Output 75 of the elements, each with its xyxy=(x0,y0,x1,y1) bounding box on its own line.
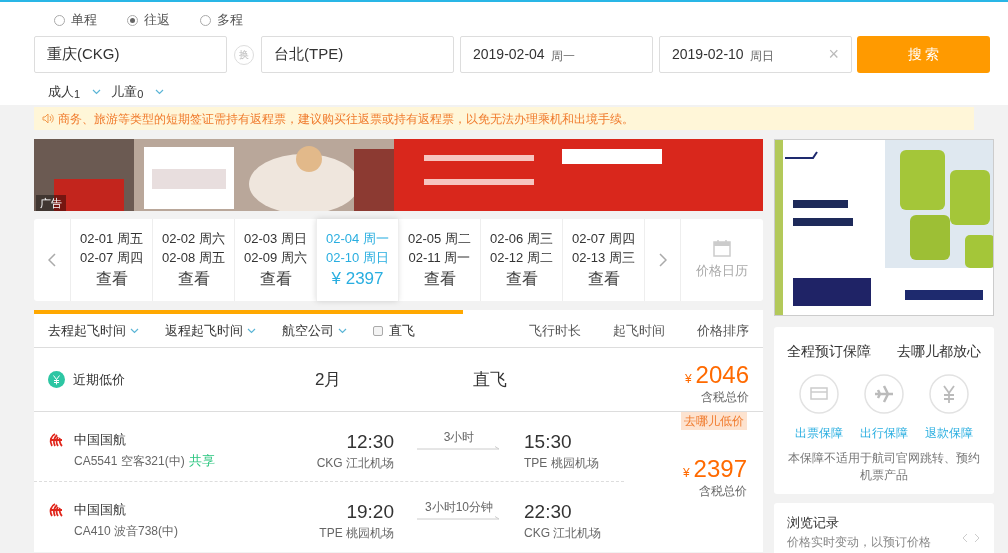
notice-text: 商务、旅游等类型的短期签证需持有返程票，建议购买往返票或持有返程票，以免无法办理乘机和出境手续。 xyxy=(58,110,634,128)
chevron-right-icon xyxy=(974,533,980,543)
date-text: 2019-02-04 xyxy=(473,45,545,64)
radio-button[interactable] xyxy=(200,14,211,26)
speaker-icon xyxy=(42,113,54,124)
date-option[interactable]: 02-01 周五 02-07 周四 查看 xyxy=(70,219,152,301)
note-text: 本保障不适用于航司官网跳转、预约机票产品 xyxy=(787,450,981,484)
filter-dropdown[interactable]: 返程起飞时间 xyxy=(165,320,256,341)
filter-dropdown[interactable]: 航空公司 xyxy=(282,320,347,341)
airline-text: 中国国航 xyxy=(74,431,127,449)
airport-text: CKG 江北机场 xyxy=(524,525,602,542)
card-title: 浏览记录 xyxy=(787,514,840,532)
caret-icon xyxy=(338,327,347,334)
airport-text: CKG 江北机场 xyxy=(316,455,394,472)
price-note: 含税总价 xyxy=(701,388,749,406)
radio-button[interactable] xyxy=(54,14,65,26)
airport-text: TPE 桃园机场 xyxy=(319,525,394,542)
date-option[interactable]: 02-05 周二 02-11 周一 查看 xyxy=(398,219,480,301)
yen-icon xyxy=(48,371,65,388)
sort-option[interactable]: 飞行时长 xyxy=(529,320,581,341)
airline-text: 中国国航 xyxy=(74,501,127,519)
airline-logo-icon xyxy=(48,502,64,518)
card-title: 全程预订保障 xyxy=(787,342,871,361)
airline-logo-icon xyxy=(48,432,64,448)
low-price-badge: 去哪儿低价 xyxy=(681,412,747,430)
date-option[interactable]: 02-07 周四 02-13 周三 查看 xyxy=(562,219,644,301)
slogan-text: 去哪儿都放心 xyxy=(897,342,981,361)
input-field[interactable]: 台北(TPE) xyxy=(261,36,454,73)
radio-label[interactable]: 单程 xyxy=(71,10,97,30)
caret-icon xyxy=(155,89,165,95)
flight-text: CA5541 空客321(中) xyxy=(74,453,185,470)
sort-option[interactable]: 价格排序 xyxy=(697,320,749,341)
date-option[interactable]: 02-02 周六 02-08 周五 查看 xyxy=(152,219,234,301)
type-text: 直飞 xyxy=(473,368,508,391)
weekday-text: 周一 xyxy=(550,47,575,65)
chevron-right-icon xyxy=(658,253,667,267)
date-option[interactable]: 02-06 周三 02-12 周二 查看 xyxy=(480,219,562,301)
radio-button[interactable] xyxy=(127,14,138,26)
price-text: ¥ 2046 xyxy=(684,361,749,388)
price-note: 含税总价 xyxy=(699,483,747,500)
arrive-time: 22:30 xyxy=(524,500,573,524)
sort-option[interactable]: 起飞时间 xyxy=(613,320,665,341)
date-text: 2019-02-10 xyxy=(672,45,744,64)
caret-icon xyxy=(130,327,139,334)
depart-time: 12:30 xyxy=(346,430,394,454)
month-text: 2月 xyxy=(315,368,342,391)
price-text: ¥ 2397 xyxy=(682,456,747,482)
plane-icon xyxy=(864,374,904,414)
date-field[interactable]: 2019-02-10 周日 × xyxy=(659,36,852,73)
weekday-text: 周日 xyxy=(749,47,774,65)
note-text: 价格实时变动，以预订价格 xyxy=(787,533,931,551)
card-icon xyxy=(799,374,839,414)
label-text: 近期低价 xyxy=(73,370,126,389)
checkbox[interactable] xyxy=(373,325,383,336)
shared-tag: 共享 xyxy=(188,450,215,472)
filter-dropdown[interactable]: 去程起飞时间 xyxy=(48,320,139,341)
yen-icon xyxy=(929,374,969,414)
calendar-icon xyxy=(713,239,731,258)
chevron-left-icon xyxy=(962,533,968,543)
caret-icon xyxy=(247,327,256,334)
airport-text: TPE 桃园机场 xyxy=(524,455,599,472)
duration-text: 3小时10分钟 xyxy=(425,500,493,514)
checkbox-label[interactable]: 直飞 xyxy=(389,320,415,341)
radio-label[interactable]: 往返 xyxy=(144,10,170,30)
date-option[interactable]: 02-03 周日 02-09 周六 查看 xyxy=(234,219,316,301)
arrive-time: 15:30 xyxy=(524,430,573,454)
radio-label[interactable]: 多程 xyxy=(217,10,243,30)
flight-text: CA410 波音738(中) xyxy=(74,523,179,540)
chevron-left-icon xyxy=(48,253,56,267)
ad-label: 广告 xyxy=(36,194,66,211)
depart-time: 19:20 xyxy=(346,500,394,524)
caret-icon xyxy=(92,89,102,95)
input-field[interactable]: 重庆(CKG) xyxy=(34,36,227,73)
date-field[interactable]: 2019-02-04 周一 xyxy=(460,36,653,73)
duration-text: 3小时 xyxy=(443,430,475,444)
